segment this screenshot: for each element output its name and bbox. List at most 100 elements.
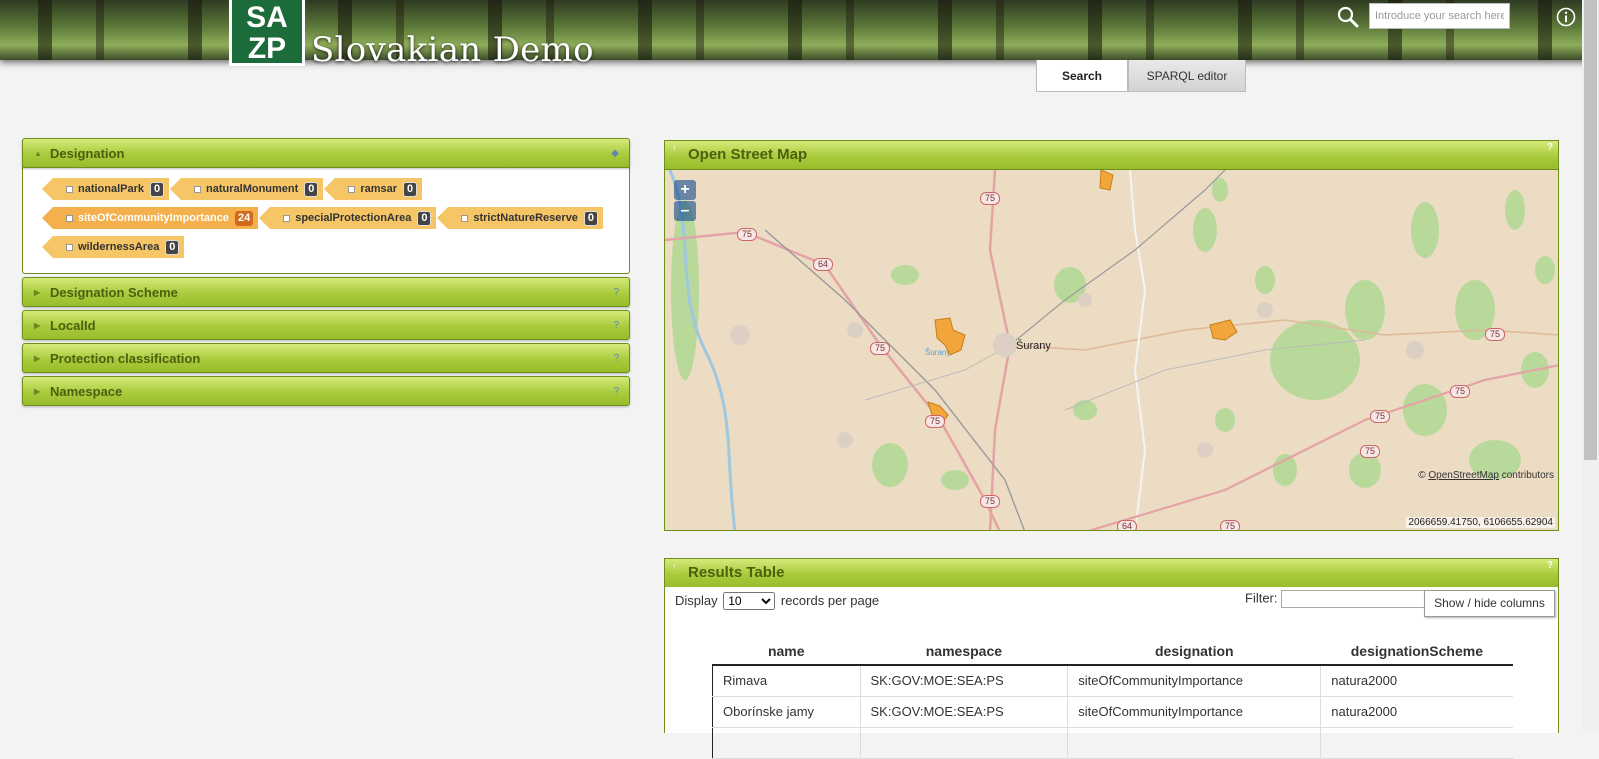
facet-tag-wildernessarea[interactable]: wildernessArea 0: [41, 236, 185, 258]
chevron-icon: ◆: [611, 148, 619, 159]
road-shield-64: 64: [1117, 520, 1137, 530]
tab-sparql-editor[interactable]: SPARQL editor: [1128, 60, 1246, 92]
map-town-label-small: Šurany: [925, 348, 951, 357]
tab-search[interactable]: Search: [1036, 60, 1128, 92]
openstreetmap-link[interactable]: OpenStreetMap: [1428, 470, 1499, 481]
facet-tag-naturalmonument[interactable]: naturalMonument 0: [170, 178, 324, 200]
tag-count: 0: [403, 181, 418, 197]
tag-label: wildernessArea: [78, 241, 160, 253]
pin-icon[interactable]: ↑: [672, 552, 677, 580]
zoom-in-button[interactable]: +: [674, 180, 696, 200]
tag-label: ramsar: [360, 183, 398, 195]
help-icon[interactable]: ?: [613, 377, 619, 406]
table-cell: [859, 727, 1068, 759]
records-per-page-select[interactable]: 10: [723, 592, 776, 610]
road-shield-75: 75: [1450, 385, 1470, 398]
column-header-namespace[interactable]: namespace: [860, 637, 1068, 666]
expand-triangle-icon: ▶: [34, 288, 41, 297]
road-shield-75: 75: [980, 495, 1000, 508]
help-icon[interactable]: ?: [613, 278, 619, 307]
attribution-prefix: ©: [1418, 470, 1426, 481]
facet-body-designation: nationalPark 0 naturalMonument 0 ramsar 0 sit…: [22, 168, 630, 274]
tag-count: 0: [583, 210, 598, 226]
checkbox-icon: [66, 243, 73, 251]
results-panel-header[interactable]: ↑ Results Table ?: [664, 558, 1559, 588]
tag-count: 0: [165, 239, 180, 255]
pin-icon[interactable]: ↑: [672, 134, 677, 162]
tag-label: siteOfCommunityImportance: [78, 212, 229, 224]
facet-title: LocalId: [50, 318, 96, 333]
road-shield-64: 64: [813, 258, 833, 271]
table-cell: [1067, 727, 1321, 759]
table-row[interactable]: Oborínske jamy SK:GOV:MOE:SEA:PS siteOfC…: [712, 696, 1513, 728]
map-panel-header[interactable]: ↑ Open Street Map ?: [664, 140, 1559, 170]
openstreetmap-view[interactable]: Šurany Šurany 75 64 75 75 75 75 64 75 75 75 75 75 +…: [664, 169, 1559, 531]
info-icon[interactable]: [1556, 7, 1576, 27]
help-icon[interactable]: ?: [613, 344, 619, 373]
facet-tag-siteofcommunityimportance[interactable]: siteOfCommunityImportance 24: [41, 207, 259, 229]
expand-triangle-icon: ▶: [34, 354, 41, 363]
facet-header-localid[interactable]: ▶ LocalId ?: [22, 310, 630, 340]
page-scrollbar[interactable]: [1582, 0, 1599, 733]
svg-text:SA: SA: [246, 1, 288, 34]
table-cell: SK:GOV:MOE:SEA:PS: [859, 665, 1068, 697]
site-title: Slovakian Demo: [311, 30, 594, 70]
facet-header-designation-scheme[interactable]: ▶ Designation Scheme ?: [22, 277, 630, 307]
facet-title: Protection classification: [50, 351, 201, 366]
help-icon[interactable]: ?: [613, 311, 619, 340]
facet-tag-ramsar[interactable]: ramsar 0: [324, 178, 423, 200]
column-header-designation[interactable]: designation: [1067, 637, 1321, 666]
facet-panel: ▲ Designation ◆ nationalPark 0 naturalMonu…: [22, 138, 630, 409]
results-title: Results Table: [688, 564, 785, 581]
tag-count: 0: [417, 210, 432, 226]
help-icon[interactable]: ?: [1547, 134, 1553, 162]
search-icon[interactable]: [1337, 6, 1359, 28]
sazp-logo-icon[interactable]: SA ZP: [229, 0, 305, 66]
checkbox-icon: [66, 214, 73, 222]
map-attribution: © OpenStreetMap contributors: [1418, 470, 1554, 481]
expand-triangle-icon: ▶: [34, 321, 41, 330]
search-input[interactable]: [1369, 3, 1510, 29]
table-row[interactable]: Rimava SK:GOV:MOE:SEA:PS siteOfCommunity…: [712, 665, 1513, 697]
table-header-row: name namespace designation designationSc…: [712, 637, 1513, 666]
road-shield-75: 75: [925, 415, 945, 428]
scrollbar-thumb[interactable]: [1584, 0, 1597, 460]
facet-title: Designation Scheme: [50, 285, 178, 300]
zoom-out-button[interactable]: –: [674, 201, 696, 221]
collapse-triangle-icon: ▲: [34, 149, 42, 158]
checkbox-icon: [348, 185, 356, 193]
facet-tag-nationalpark[interactable]: nationalPark 0: [41, 178, 170, 200]
checkbox-icon: [194, 185, 202, 193]
facet-tag-strictnaturereserve[interactable]: strictNatureReserve 0: [437, 207, 603, 229]
svg-text:ZP: ZP: [248, 32, 286, 63]
facet-tag-specialprotectionarea[interactable]: specialProtectionArea 0: [259, 207, 437, 229]
table-cell: [1320, 727, 1513, 759]
show-hide-columns-button[interactable]: Show / hide columns: [1424, 590, 1555, 617]
forest-areas: [671, 178, 1555, 490]
facet-title: Namespace: [50, 384, 123, 399]
column-header-designationscheme[interactable]: designationScheme: [1320, 637, 1513, 666]
table-cell: natura2000: [1320, 665, 1513, 697]
records-per-page-control: Display 10 records per page: [675, 592, 879, 610]
table-cell: [712, 727, 860, 759]
table-cell: siteOfCommunityImportance: [1067, 665, 1321, 697]
facet-header-namespace[interactable]: ▶ Namespace ?: [22, 376, 630, 406]
mouse-coordinates: 2066659.41750, 6106655.62904: [1406, 517, 1555, 528]
table-cell: Rimava: [712, 665, 860, 697]
road-shield-75: 75: [1485, 328, 1505, 341]
tag-count: 0: [150, 181, 165, 197]
table-row[interactable]: [712, 727, 1513, 759]
column-header-name[interactable]: name: [712, 637, 860, 666]
filter-input[interactable]: [1281, 590, 1427, 608]
facet-header-designation[interactable]: ▲ Designation ◆: [22, 138, 630, 168]
main-tabs: Search SPARQL editor: [1036, 60, 1246, 92]
tag-label: specialProtectionArea: [295, 212, 412, 224]
attribution-suffix: contributors: [1501, 470, 1554, 481]
table-cell: SK:GOV:MOE:SEA:PS: [859, 696, 1068, 728]
checkbox-icon: [283, 214, 291, 222]
road-shield-75: 75: [1370, 410, 1390, 423]
tag-count: 0: [304, 181, 319, 197]
facet-header-protection-classification[interactable]: ▶ Protection classification ?: [22, 343, 630, 373]
tag-count: 24: [234, 210, 254, 226]
help-icon[interactable]: ?: [1547, 552, 1553, 580]
